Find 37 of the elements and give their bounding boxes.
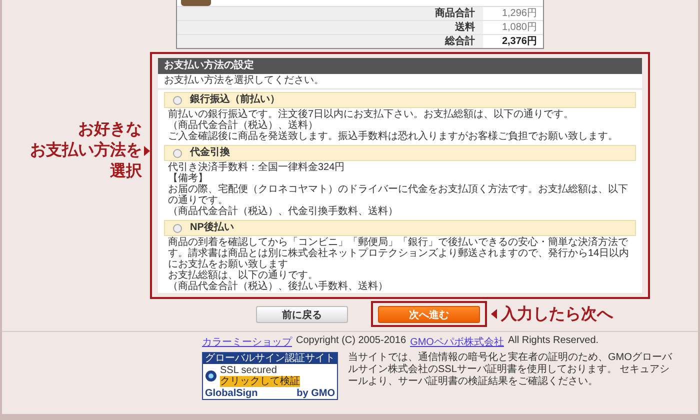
pointer-icon <box>491 309 497 319</box>
ssl-notice: 当サイトでは、通信情報の暗号化と実在者の証明のため、GMOグローバルサイン株式会社のSSLサーバ証明書を使用しております。 セキュアシールより、サーバ証明書の検証結果をご確認ください。 <box>348 352 674 389</box>
eye-icon <box>205 370 217 382</box>
payment-option[interactable]: NP後払い <box>164 220 636 236</box>
photo-placeholder <box>181 0 211 6</box>
payment-option[interactable]: 銀行振込（前払い） <box>164 92 636 108</box>
seal-by: by GMO <box>296 388 335 399</box>
option-label: NP後払い <box>190 222 234 234</box>
seal-verify-text: クリックして検証 <box>220 376 300 387</box>
summary-label: 商品合計 <box>177 7 483 20</box>
footer-link[interactable]: GMOペパボ株式会社 <box>410 335 504 349</box>
option-label: 銀行振込（前払い） <box>190 94 280 106</box>
summary-value: 1,296円 <box>500 7 538 20</box>
payment-option[interactable]: 代金引換 <box>164 145 636 161</box>
copyright-text: All Rights Reserved. <box>508 335 599 348</box>
radio-button[interactable] <box>173 224 182 232</box>
panel-title: お支払い方法の設定 <box>158 58 642 74</box>
callout-text: お好きな お支払い方法を 選択 <box>30 120 142 182</box>
option-label: 代金引換 <box>190 147 230 159</box>
seal-title: グローバルサイン認証サイト <box>203 353 337 364</box>
summary-value: 1,080円 <box>500 21 538 34</box>
copyright-text: Copyright (C) 2005-2016 <box>296 335 406 348</box>
back-button[interactable]: 前に戻る <box>256 306 348 323</box>
security-seal[interactable]: グローバルサイン認証サイト SSL secured クリックして検証 GlobalSign by GMO <box>202 352 338 400</box>
radio-button[interactable] <box>173 96 182 104</box>
summary-label: 総合計 <box>177 35 483 48</box>
summary-label: 送料 <box>177 21 483 34</box>
option-description: 商品の到着を確認してから「コンビニ」「郵便局」「銀行」で後払いできるの安心・簡単な決済方法です。請求書は商品とは別に株式会社ネットプロテクションズより郵送されますので、発行から14日以内にお支払をお願い致します お支払総額は、以下の通りです。 （商品代金合計（税込）、後払い手数料、送料） <box>167 236 630 292</box>
option-description: 前払いの銀行振込です。注文後7日以内にお支払下さい。お支払総額は、以下の通りです。 （商品代金合計（税込）、送料） ご入金確認後に商品を発送致します。振込手数料は恐れ入りますがお客様ご負担でお願い致します。 <box>167 108 619 142</box>
option-description: 代引き決済手数料：全国一律料金324円 【備考】 お届の際、宅配便（クロネコヤマト）のドライバーに代金をお支払頂く方法です。お支払総額は、以下の通りです。 （商品代金合計（税込）、代金引換手数料、送料） <box>167 161 629 217</box>
summary-value: 2,376円 <box>500 35 538 48</box>
radio-button[interactable] <box>173 148 182 158</box>
seal-brand: GlobalSign <box>205 388 258 399</box>
footer-link[interactable]: カラーミーショップ <box>202 335 292 349</box>
seal-badge-text: SSL secured <box>220 365 278 376</box>
callout-text: 入力したら次へ <box>501 304 613 324</box>
instruction-text: お支払い方法を選択してください。 <box>158 74 642 90</box>
